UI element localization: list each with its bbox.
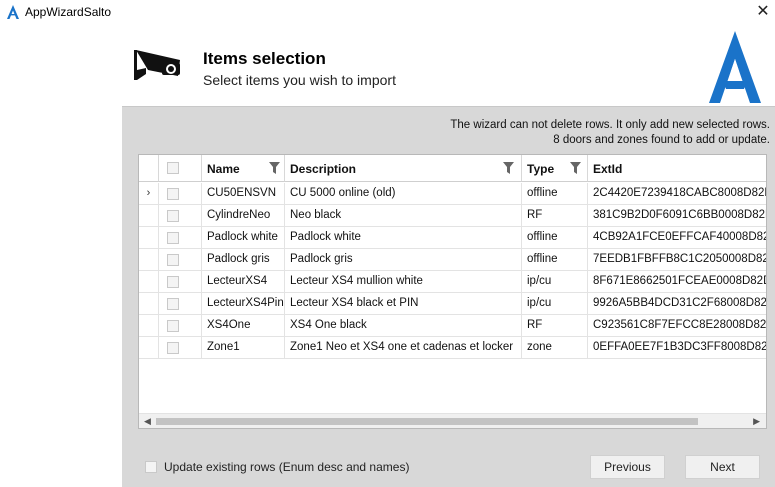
table-row[interactable]: CylindreNeo Neo black RF 381C9B2D0F6091C6BB… [139, 205, 766, 227]
scroll-right-icon[interactable]: ▶ [753, 416, 760, 427]
cell-extid[interactable]: 4CB92A1FCE0EFFCAF40008D82E [588, 227, 766, 249]
notice-line-1: The wizard can not delete rows. It only … [450, 119, 770, 131]
cell-extid[interactable]: 0EFFA0EE7F1B3DC3FF8008D82D [588, 337, 766, 359]
cell-type[interactable]: RF [522, 315, 588, 337]
cell-description[interactable]: Lecteur XS4 black et PIN [285, 293, 522, 315]
cell-name[interactable]: LecteurXS4 [202, 271, 285, 293]
row-indicator [139, 249, 159, 271]
row-checkbox[interactable] [167, 254, 179, 266]
cell-name[interactable]: CylindreNeo [202, 205, 285, 227]
filter-icon[interactable] [269, 162, 280, 174]
row-select-cell [159, 315, 202, 337]
row-select-cell [159, 205, 202, 227]
row-checkbox[interactable] [167, 342, 179, 354]
row-checkbox[interactable] [167, 210, 179, 222]
row-indicator [139, 271, 159, 293]
wizard-notice: The wizard can not delete rows. It only … [450, 118, 770, 148]
table-row[interactable]: Padlock white Padlock white offline 4CB92A1… [139, 227, 766, 249]
cell-type[interactable]: offline [522, 183, 588, 205]
scroll-left-icon[interactable]: ◀ [144, 416, 151, 427]
row-select-cell [159, 337, 202, 359]
title-bar: AppWizardSalto ✕ [0, 0, 775, 26]
cell-name[interactable]: LecteurXS4Pin [202, 293, 285, 315]
row-checkbox[interactable] [167, 298, 179, 310]
cell-description[interactable]: XS4 One black [285, 315, 522, 337]
row-indicator [139, 227, 159, 249]
select-all-checkbox[interactable] [167, 162, 179, 174]
cell-type[interactable]: offline [522, 249, 588, 271]
next-button[interactable]: Next [685, 455, 760, 479]
cell-type[interactable]: ip/cu [522, 271, 588, 293]
table-row[interactable]: › CU50ENSVN CU 5000 online (old) offline 2C4… [139, 183, 766, 205]
table-row[interactable]: XS4One XS4 One black RF C923561C8F7EFCC8E28… [139, 315, 766, 337]
row-checkbox[interactable] [167, 320, 179, 332]
page-title: Items selection [203, 49, 326, 68]
cell-type[interactable]: ip/cu [522, 293, 588, 315]
wizard-header: Items selection Select items you wish to… [122, 26, 775, 107]
row-indicator [139, 293, 159, 315]
cell-description[interactable]: Padlock white [285, 227, 522, 249]
table-row[interactable]: Zone1 Zone1 Neo et XS4 one et cadenas et … [139, 337, 766, 359]
cell-extid[interactable]: 7EEDB1FBFFB8C1C2050008D82E [588, 249, 766, 271]
column-header-type[interactable]: Type [522, 155, 588, 182]
cell-extid[interactable]: C923561C8F7EFCC8E28008D82D [588, 315, 766, 337]
row-select-cell [159, 227, 202, 249]
cell-type[interactable]: RF [522, 205, 588, 227]
table-row[interactable]: Padlock gris Padlock gris offline 7EEDB1FBF… [139, 249, 766, 271]
app-logo-icon [7, 5, 19, 19]
row-checkbox[interactable] [167, 188, 179, 200]
row-select-cell [159, 271, 202, 293]
cell-type[interactable]: offline [522, 227, 588, 249]
update-existing-checkbox[interactable] [145, 461, 157, 473]
row-indicator [139, 337, 159, 359]
chevron-right-icon: › [139, 183, 159, 205]
row-select-cell [159, 249, 202, 271]
cell-description[interactable]: Zone1 Neo et XS4 one et cadenas et locke… [285, 337, 522, 359]
horizontal-scrollbar[interactable]: ◀ ▶ [139, 413, 766, 428]
app-window: AppWizardSalto ✕ Items selection Select … [0, 0, 775, 487]
filter-icon[interactable] [570, 162, 581, 174]
row-checkbox[interactable] [167, 232, 179, 244]
column-header-name[interactable]: Name [202, 155, 285, 182]
row-select-cell [159, 293, 202, 315]
cell-description[interactable]: Neo black [285, 205, 522, 227]
cell-description[interactable]: CU 5000 online (old) [285, 183, 522, 205]
cell-type[interactable]: zone [522, 337, 588, 359]
table-row[interactable]: LecteurXS4 Lecteur XS4 mullion white ip/cu… [139, 271, 766, 293]
notice-line-2: 8 doors and zones found to add or update… [553, 134, 770, 146]
filter-icon[interactable] [503, 162, 514, 174]
row-indicator [139, 205, 159, 227]
cell-extid[interactable]: 9926A5BB4DCD31C2F68008D82 [588, 293, 766, 315]
cell-name[interactable]: XS4One [202, 315, 285, 337]
items-grid[interactable]: Name Description Type ExtId › CU50ENSVN CU… [138, 154, 767, 429]
update-existing-label: Update existing rows (Enum desc and name… [164, 460, 410, 474]
cell-name[interactable]: Padlock white [202, 227, 285, 249]
cell-name[interactable]: Padlock gris [202, 249, 285, 271]
row-indicator [139, 315, 159, 337]
row-header-corner [139, 155, 159, 182]
column-header-description[interactable]: Description [285, 155, 522, 182]
table-row[interactable]: LecteurXS4Pin Lecteur XS4 black et PIN ip/… [139, 293, 766, 315]
cell-description[interactable]: Lecteur XS4 mullion white [285, 271, 522, 293]
cell-description[interactable]: Padlock gris [285, 249, 522, 271]
cell-extid[interactable]: 2C4420E7239418CABC8008D82D [588, 183, 766, 205]
cell-name[interactable]: Zone1 [202, 337, 285, 359]
previous-button[interactable]: Previous [590, 455, 665, 479]
brand-logo-icon [709, 31, 761, 103]
cell-extid[interactable]: 381C9B2D0F6091C6BB0008D82D [588, 205, 766, 227]
cell-name[interactable]: CU50ENSVN [202, 183, 285, 205]
security-camera-icon [134, 50, 180, 80]
window-title: AppWizardSalto [25, 5, 112, 19]
scrollbar-thumb[interactable] [156, 418, 698, 425]
row-checkbox[interactable] [167, 276, 179, 288]
close-icon[interactable]: ✕ [752, 2, 774, 24]
select-all-header [159, 155, 202, 182]
page-subtitle: Select items you wish to import [203, 72, 396, 88]
cell-extid[interactable]: 8F671E8662501FCEAE0008D82D [588, 271, 766, 293]
row-select-cell [159, 183, 202, 205]
column-header-extid[interactable]: ExtId [588, 155, 766, 182]
